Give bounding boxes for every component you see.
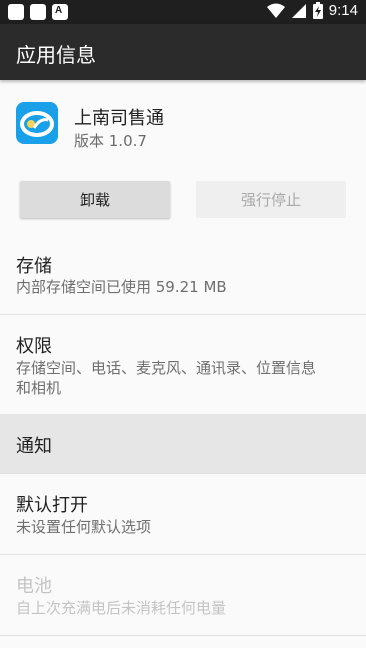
square-icon: [8, 4, 24, 20]
storage-item[interactable]: 存储 内部存储空间已使用 59.21 MB: [0, 240, 366, 314]
permissions-title: 权限: [16, 336, 52, 357]
divider: [0, 635, 366, 636]
app-name: 上南司售通: [74, 108, 164, 129]
battery-subtitle: 自上次充满电后未消耗任何电量: [16, 599, 227, 617]
notification-icons: [8, 4, 68, 20]
storage-subtitle: 内部存储空间已使用 59.21 MB: [16, 278, 227, 296]
open-by-default-item[interactable]: 默认打开 未设置任何默认选项: [0, 474, 366, 554]
notifications-title: 通知: [16, 436, 52, 457]
app-header: 上南司售通 版本 1.0.7: [0, 80, 366, 170]
permissions-item[interactable]: 权限 存储空间、电话、麦克风、通讯录、位置信息 和相机: [0, 315, 366, 413]
notifications-item[interactable]: 通知: [0, 414, 366, 473]
status-bar: 9:14: [0, 0, 366, 24]
clock: 9:14: [328, 2, 358, 19]
permissions-subtitle-line2: 和相机: [16, 379, 62, 397]
battery-charging-icon: [312, 2, 323, 19]
storage-title: 存储: [16, 256, 52, 277]
page-title: 应用信息: [16, 43, 96, 67]
uninstall-button[interactable]: 卸载: [20, 181, 170, 218]
app-version: 版本 1.0.7: [74, 132, 147, 150]
wifi-icon: [266, 3, 285, 18]
open-by-default-subtitle: 未设置任何默认选项: [16, 518, 152, 536]
cellular-icon: [291, 3, 306, 18]
force-stop-button[interactable]: 强行停止: [196, 181, 346, 218]
system-icons: 9:14: [266, 2, 358, 19]
app-bar: 应用信息: [0, 24, 366, 80]
permissions-subtitle-line1: 存储空间、电话、麦克风、通讯录、位置信息: [16, 359, 317, 377]
open-by-default-title: 默认打开: [16, 495, 88, 516]
battery-title: 电池: [16, 576, 52, 597]
app-logo-icon: [16, 102, 58, 144]
a-notification-icon: [52, 4, 68, 20]
square-icon: [30, 4, 46, 20]
battery-item[interactable]: 电池 自上次充满电后未消耗任何电量: [0, 555, 366, 635]
